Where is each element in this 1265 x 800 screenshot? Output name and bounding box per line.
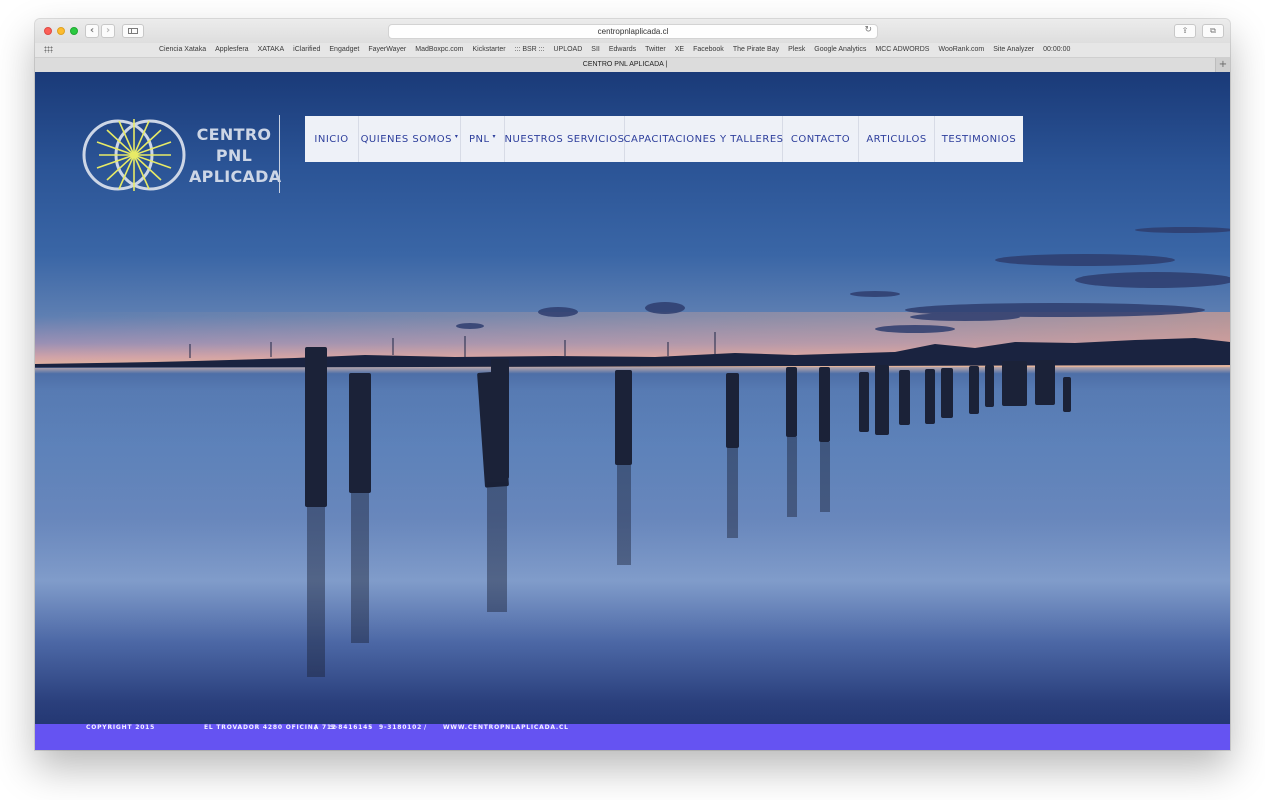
dropdown-caret-icon: ▾ xyxy=(492,132,497,140)
url-text: centropnlaplicada.cl xyxy=(597,27,669,36)
bookmarks-bar: Ciencia Xataka Applesfera XATAKA iClarified… xyxy=(35,43,1230,58)
bookmark-item[interactable]: UPLOAD xyxy=(554,46,583,53)
nav-item-testimonios[interactable]: TESTIMONIOS xyxy=(935,116,1023,162)
logo-line-3: APLICADA xyxy=(189,167,282,186)
bookmark-item[interactable]: Kickstarter xyxy=(472,46,505,53)
footer-separator: / xyxy=(315,724,318,731)
bookmark-item[interactable]: Plesk xyxy=(788,46,805,53)
bookmark-item[interactable]: Ciencia Xataka xyxy=(159,46,206,53)
logo-divider xyxy=(279,115,280,193)
zoom-window-button[interactable] xyxy=(70,27,78,35)
bookmark-item[interactable]: FayerWayer xyxy=(368,46,406,53)
bookmark-item[interactable]: WooRank.com xyxy=(938,46,984,53)
nav-item-inicio[interactable]: INICIO xyxy=(305,116,359,162)
nav-item-nuestros-servicios[interactable]: NUESTROS SERVICIOS xyxy=(505,116,625,162)
bookmark-item[interactable]: iClarified xyxy=(293,46,320,53)
reload-icon[interactable]: ↻ xyxy=(864,25,872,35)
nav-item-label: PNL xyxy=(468,133,490,145)
tabs-overview-icon[interactable]: ⧉ xyxy=(1202,24,1224,38)
new-tab-plus-icon[interactable]: + xyxy=(1215,58,1230,72)
dropdown-caret-icon: ▾ xyxy=(454,132,459,140)
browser-window: ‹ › centropnlaplicada.cl ↻ ⇪ ⧉ Ciencia X… xyxy=(35,19,1230,750)
bookmarks-list: Ciencia Xataka Applesfera XATAKA iClarified… xyxy=(159,43,1079,57)
bookmark-item[interactable]: Facebook xyxy=(693,46,724,53)
nav-item-label: NUESTROS SERVICIOS xyxy=(504,133,625,145)
bookmark-item[interactable]: Google Analytics xyxy=(814,46,866,53)
footer-website-link[interactable]: WWW.CENTROPNLAPLICADA.CL xyxy=(443,724,569,731)
bookmark-item[interactable]: XE xyxy=(675,46,684,53)
nav-item-label: CONTACTO xyxy=(790,133,851,145)
site-logo[interactable] xyxy=(79,116,189,192)
bookmark-item[interactable]: The Pirate Bay xyxy=(733,46,779,53)
nav-item-pnl[interactable]: PNL ▾ xyxy=(461,116,505,162)
share-icon[interactable]: ⇪ xyxy=(1174,24,1196,38)
sidebar-icon[interactable] xyxy=(122,24,144,38)
bookmark-item[interactable]: Applesfera xyxy=(215,46,248,53)
nav-item-label: TESTIMONIOS xyxy=(941,133,1017,145)
close-window-button[interactable] xyxy=(44,27,52,35)
bookmark-item[interactable]: Twitter xyxy=(645,46,666,53)
main-navigation: INICIO QUIENES SOMOS ▾ PNL ▾ NUESTROS SERV… xyxy=(305,116,1023,162)
nav-item-label: QUIENES SOMOS xyxy=(360,133,452,145)
nav-item-quienes-somos[interactable]: QUIENES SOMOS ▾ xyxy=(359,116,461,162)
back-arrow-icon[interactable]: ‹ xyxy=(85,24,99,38)
nav-item-label: ARTICULOS xyxy=(866,133,927,145)
nav-item-label: INICIO xyxy=(314,133,349,145)
nav-item-articulos[interactable]: ARTICULOS xyxy=(859,116,935,162)
nav-item-contacto[interactable]: CONTACTO xyxy=(783,116,859,162)
bookmark-item[interactable]: SII xyxy=(591,46,600,53)
bookmark-item[interactable]: MadBoxpc.com xyxy=(415,46,463,53)
logo-line-1: CENTRO xyxy=(196,125,272,144)
bookmark-item[interactable]: 00:00:00 xyxy=(1043,46,1070,53)
web-page: CENTRO PNL APLICADA INICIO QUIENES SOMOS… xyxy=(35,72,1230,750)
footer-copyright: COPYRIGHT 2015 xyxy=(86,724,156,731)
bookmark-item[interactable]: ::: BSR ::: xyxy=(515,46,545,53)
footer-separator: - xyxy=(369,724,373,731)
footer-phone-1: 9-8416145 xyxy=(330,724,374,731)
nav-item-label: CAPACITACIONES Y TALLERES xyxy=(623,133,784,145)
logo-wordmark[interactable]: CENTRO PNL APLICADA xyxy=(189,124,282,187)
footer-phone-2: 9-3180102 xyxy=(379,724,423,731)
browser-toolbar: ‹ › centropnlaplicada.cl ↻ ⇪ ⧉ xyxy=(35,19,1230,43)
forward-arrow-icon[interactable]: › xyxy=(101,24,115,38)
bookmark-item[interactable]: Engadget xyxy=(329,46,359,53)
tab-bar: CENTRO PNL APLICADA | + xyxy=(35,58,1230,73)
bookmark-item[interactable]: Edwards xyxy=(609,46,636,53)
footer-separator: / xyxy=(424,724,427,731)
address-bar[interactable]: centropnlaplicada.cl ↻ xyxy=(388,24,878,39)
bookmark-item[interactable]: Site Analyzer xyxy=(993,46,1034,53)
apps-grid-icon[interactable] xyxy=(44,46,53,53)
bookmark-item[interactable]: XATAKA xyxy=(258,46,285,53)
site-footer: COPYRIGHT 2015 EL TROVADOR 4280 OFICINA … xyxy=(35,724,1230,750)
nav-item-capacitaciones-y-talleres[interactable]: CAPACITACIONES Y TALLERES xyxy=(623,116,784,162)
tab-title[interactable]: CENTRO PNL APLICADA | xyxy=(35,58,1215,72)
minimize-window-button[interactable] xyxy=(57,27,65,35)
bookmark-item[interactable]: MCC ADWORDS xyxy=(875,46,929,53)
logo-line-2: PNL xyxy=(215,146,253,165)
